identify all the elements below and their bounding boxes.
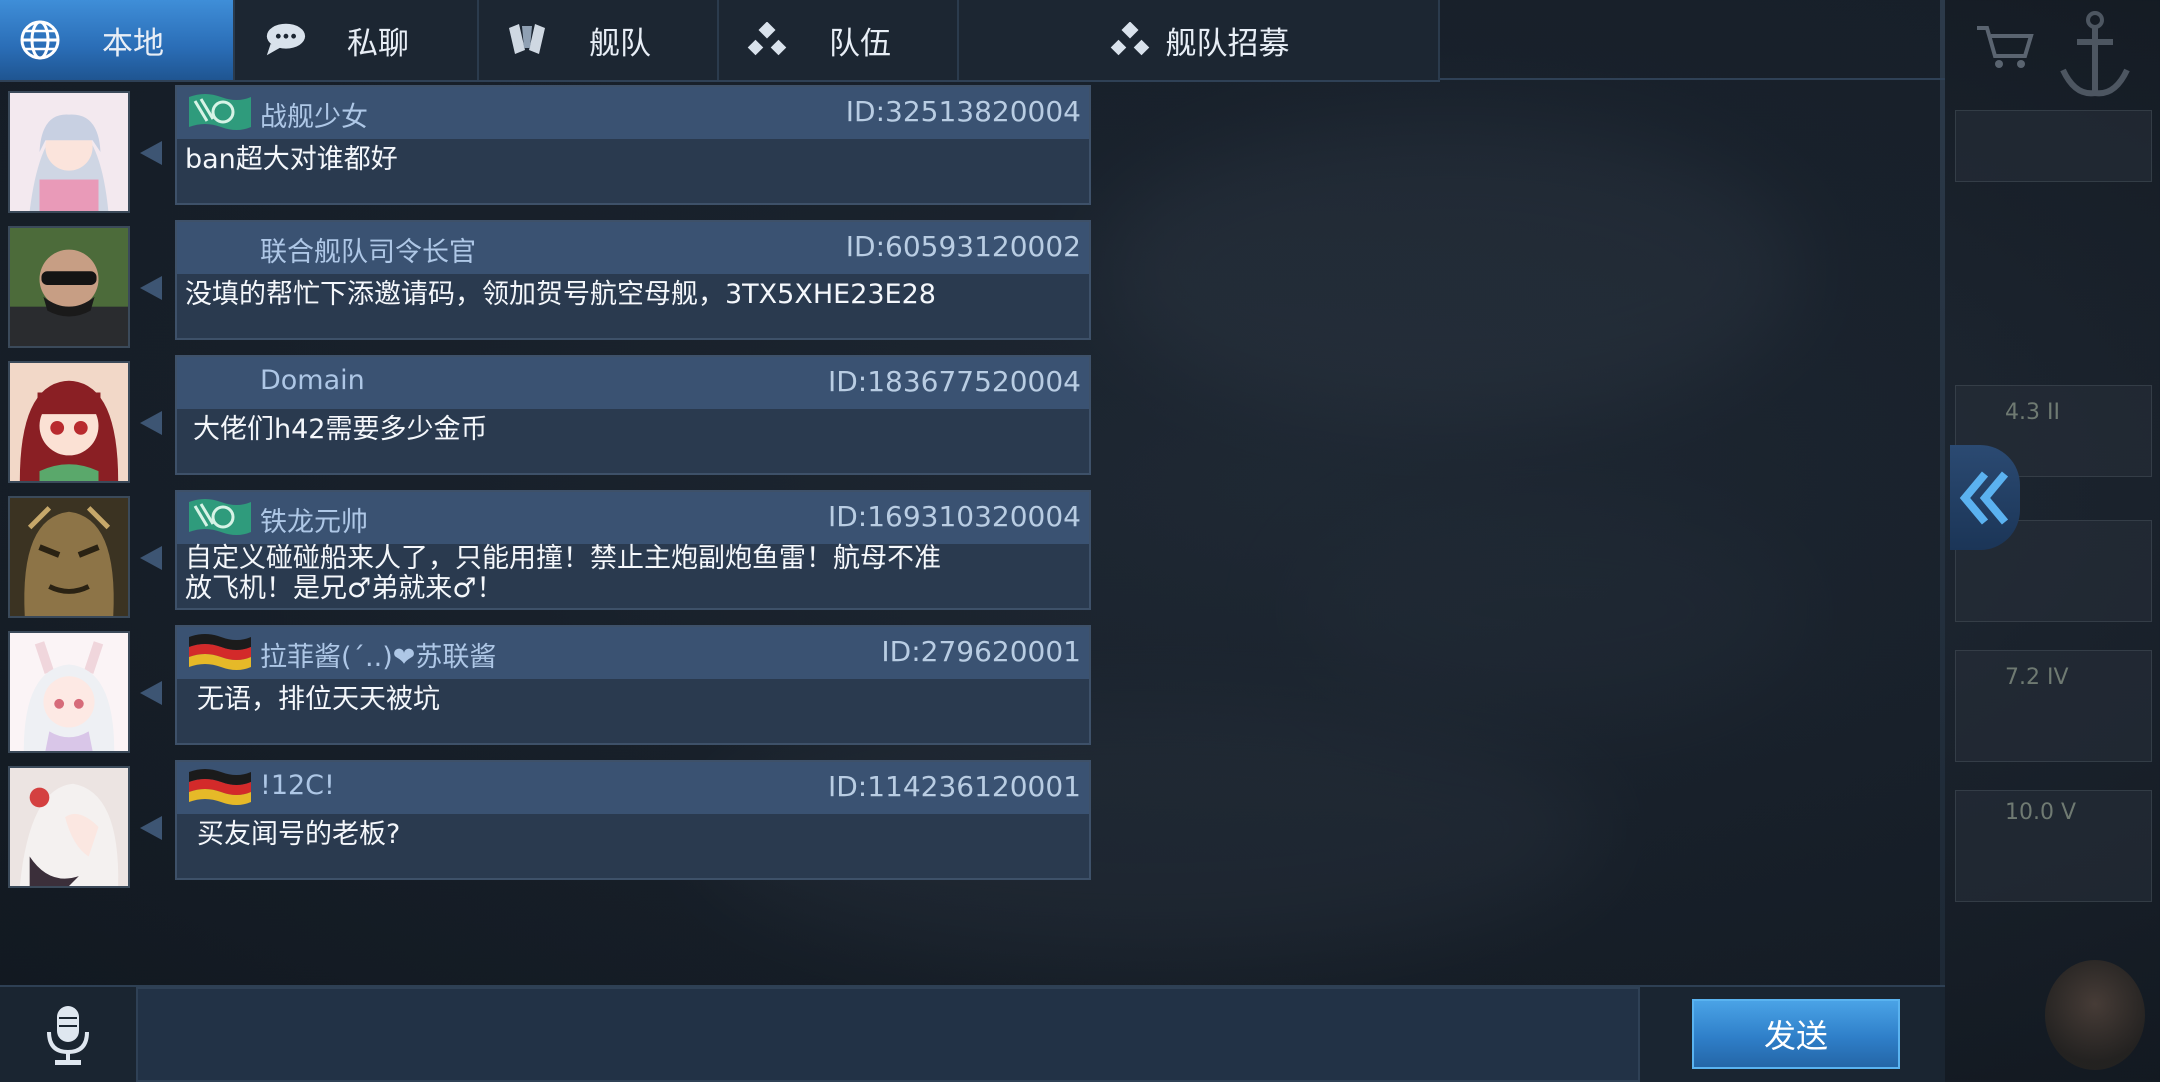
message-bubble: 铁龙元帅 ID:169310320004 自定义碰碰船来人了，只能用撞！禁止主炮… bbox=[175, 490, 1091, 610]
decor-stat: 4.3 II bbox=[2005, 400, 2060, 425]
bubble-pointer bbox=[140, 276, 162, 300]
avatar[interactable] bbox=[8, 361, 130, 483]
chat-message: Domain ID:183677520004 大佬们h42需要多少金币 bbox=[0, 355, 1100, 483]
user-id: ID:183677520004 bbox=[827, 365, 1081, 398]
message-bubble: Domain ID:183677520004 大佬们h42需要多少金币 bbox=[175, 355, 1091, 475]
divider bbox=[1440, 78, 1945, 80]
avatar[interactable] bbox=[8, 496, 130, 618]
message-bubble: 联合舰队司令长官 ID:60593120002 没填的帮忙下添邀请码，领加贺号航… bbox=[175, 220, 1091, 340]
tab-label: 舰队招募 bbox=[1165, 25, 1290, 62]
chat-message: 战舰少女 ID:32513820004 ban超大对谁都好 bbox=[0, 85, 1100, 213]
fleet-flag-icon bbox=[189, 499, 251, 535]
username[interactable]: !12C! bbox=[260, 770, 335, 801]
avatar[interactable] bbox=[8, 766, 130, 888]
captain-avatar bbox=[2045, 960, 2145, 1070]
avatar[interactable] bbox=[8, 631, 130, 753]
german-flag-icon bbox=[189, 634, 251, 670]
tab-bar: 本地 私聊 舰队 队伍 舰队招募 bbox=[0, 0, 1440, 82]
fleet-flag-icon bbox=[189, 94, 251, 130]
globe-icon bbox=[18, 18, 62, 62]
username[interactable]: Domain bbox=[260, 365, 365, 396]
double-chevron-left-icon bbox=[1959, 470, 2009, 525]
fleet-emblem-icon bbox=[505, 18, 549, 62]
message-text: 没填的帮忙下添邀请码，领加贺号航空母舰，3TX5XHE23E28 bbox=[185, 279, 936, 310]
decor-panel bbox=[1955, 110, 2152, 182]
message-header: 战舰少女 ID:32513820004 bbox=[177, 87, 1089, 139]
message-text: ban超大对谁都好 bbox=[185, 144, 398, 175]
chat-message: 联合舰队司令长官 ID:60593120002 没填的帮忙下添邀请码，领加贺号航… bbox=[0, 220, 1100, 348]
message-header: 联合舰队司令长官 ID:60593120002 bbox=[177, 222, 1089, 274]
message-text: 买友闻号的老板? bbox=[197, 819, 401, 850]
tab-label: 队伍 bbox=[829, 25, 891, 62]
chat-input-bar: 发送 bbox=[0, 985, 1945, 1082]
avatar[interactable] bbox=[8, 226, 130, 348]
bubble-pointer bbox=[140, 681, 162, 705]
bubble-pointer bbox=[140, 141, 162, 165]
tab-team[interactable]: 队伍 bbox=[719, 0, 959, 80]
message-header: Domain ID:183677520004 bbox=[177, 357, 1089, 409]
tab-local[interactable]: 本地 bbox=[0, 0, 235, 80]
team-dots-icon bbox=[1108, 18, 1152, 62]
bubble-pointer bbox=[140, 411, 162, 435]
username[interactable]: 铁龙元帅 bbox=[260, 500, 368, 539]
send-button[interactable]: 发送 bbox=[1692, 999, 1900, 1069]
chat-message: !12C! ID:114236120001 买友闻号的老板? bbox=[0, 760, 1100, 888]
voice-input-button[interactable] bbox=[0, 987, 135, 1082]
message-header: !12C! ID:114236120001 bbox=[177, 762, 1089, 814]
user-id: ID:32513820004 bbox=[845, 95, 1081, 128]
user-id: ID:60593120002 bbox=[845, 230, 1081, 263]
bubble-pointer bbox=[140, 546, 162, 570]
chat-message: 铁龙元帅 ID:169310320004 自定义碰碰船来人了，只能用撞！禁止主炮… bbox=[0, 490, 1100, 618]
chat-message-input[interactable] bbox=[136, 987, 1640, 1082]
microphone-icon bbox=[46, 1005, 89, 1065]
tab-label: 本地 bbox=[102, 25, 164, 62]
user-id: ID:169310320004 bbox=[827, 500, 1081, 533]
decor-stat: 7.2 IV bbox=[2005, 665, 2069, 690]
message-bubble: !12C! ID:114236120001 买友闻号的老板? bbox=[175, 760, 1091, 880]
message-text: 自定义碰碰船来人了，只能用撞！禁止主炮副炮鱼雷！航母不准 放飞机！是兄♂弟就来♂… bbox=[185, 543, 941, 604]
shopping-cart-icon bbox=[1977, 26, 2034, 68]
tab-label: 舰队 bbox=[589, 25, 651, 62]
panel-border bbox=[1940, 0, 1945, 1080]
bubble-pointer bbox=[140, 816, 162, 840]
tab-fleet-recruit[interactable]: 舰队招募 bbox=[959, 0, 1440, 80]
chat-panel: 本地 私聊 舰队 队伍 舰队招募 战舰少女 ID:32513820004 ban… bbox=[0, 0, 2020, 1082]
collapse-panel-button[interactable] bbox=[1950, 445, 2020, 550]
message-bubble: 拉菲酱(´..)❤苏联酱 ID:279620001 无语，排位天天被坑 bbox=[175, 625, 1091, 745]
tab-label: 私聊 bbox=[347, 25, 409, 62]
message-text: 大佬们h42需要多少金币 bbox=[193, 414, 488, 445]
tab-private[interactable]: 私聊 bbox=[235, 0, 479, 80]
user-id: ID:114236120001 bbox=[827, 770, 1081, 803]
username[interactable]: 联合舰队司令长官 bbox=[260, 230, 476, 269]
german-flag-icon bbox=[189, 769, 251, 805]
user-id: ID:279620001 bbox=[881, 635, 1081, 668]
tab-fleet[interactable]: 舰队 bbox=[479, 0, 719, 80]
chat-message: 拉菲酱(´..)❤苏联酱 ID:279620001 无语，排位天天被坑 bbox=[0, 625, 1100, 753]
team-dots-icon bbox=[745, 18, 789, 62]
decor-stat: 10.0 V bbox=[2005, 800, 2077, 825]
username[interactable]: 拉菲酱(´..)❤苏联酱 bbox=[260, 635, 496, 674]
username[interactable]: 战舰少女 bbox=[260, 95, 368, 134]
message-text: 无语，排位天天被坑 bbox=[197, 684, 440, 715]
message-header: 拉菲酱(´..)❤苏联酱 ID:279620001 bbox=[177, 627, 1089, 679]
avatar[interactable] bbox=[8, 91, 130, 213]
message-header: 铁龙元帅 ID:169310320004 bbox=[177, 492, 1089, 544]
anchor-icon bbox=[2060, 11, 2130, 97]
chat-bubble-icon bbox=[263, 18, 307, 62]
message-bubble: 战舰少女 ID:32513820004 ban超大对谁都好 bbox=[175, 85, 1091, 205]
